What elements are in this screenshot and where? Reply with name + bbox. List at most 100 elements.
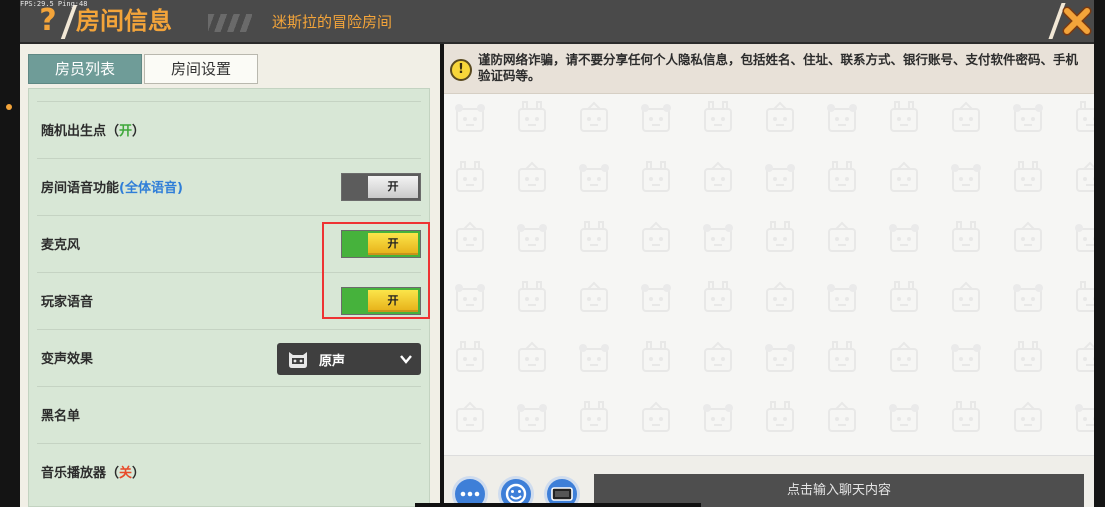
- background-mascot-icon: [641, 104, 671, 132]
- background-mascot-icon: [518, 161, 546, 192]
- setting-label: 变声效果: [41, 352, 94, 367]
- background-mascot-icon: [951, 164, 981, 192]
- background-mascot-icon: [579, 344, 609, 372]
- setting-label: 随机出生点（开）: [41, 124, 146, 139]
- background-mascot-icon: [1014, 161, 1042, 192]
- background-mascot-icon: [456, 341, 484, 372]
- chevron-down-icon: [400, 355, 412, 364]
- background-mascot-icon: [828, 161, 856, 192]
- setting-label: 麦克风: [41, 238, 81, 253]
- background-mascot-icon: [642, 161, 670, 192]
- page-title: 房间信息: [76, 7, 172, 35]
- background-mascot-icon: [704, 341, 732, 372]
- room-voice-toggle[interactable]: 开: [341, 173, 421, 201]
- chat-panel: ! 谨防网络诈骗，请不要分享任何个人隐私信息，包括姓名、住址、联系方式、银行账号…: [444, 44, 1094, 507]
- background-mascot-icon: [890, 161, 918, 192]
- close-button[interactable]: [1060, 4, 1094, 38]
- background-mascot-icon: [766, 221, 794, 252]
- fraud-notice: ! 谨防网络诈骗，请不要分享任何个人隐私信息，包括姓名、住址、联系方式、银行账号…: [444, 44, 1094, 94]
- background-mascot-icon: [517, 224, 547, 252]
- background-mascot-icon: [890, 341, 918, 372]
- background-mascot-icon: [828, 221, 856, 252]
- background-mascot-icon: [456, 401, 484, 432]
- background-mascot-icon: [952, 401, 980, 432]
- background-mascot-icon: [766, 281, 794, 312]
- background-mascot-icon: [1014, 341, 1042, 372]
- state-text: 开: [119, 124, 133, 139]
- toggle-knob: 开: [368, 290, 418, 312]
- setting-label: 房间语音功能(全体语音): [41, 181, 183, 196]
- background-mascot-icon: [1013, 284, 1043, 312]
- background-mascot-icon: [1014, 401, 1042, 432]
- background-mascot-icon: [1075, 224, 1094, 252]
- help-button[interactable]: ?: [32, 4, 64, 38]
- setting-music-player[interactable]: 音乐播放器（关）: [37, 443, 421, 500]
- background-mascot-icon: [1075, 404, 1094, 432]
- background-mascot-icon: [766, 401, 794, 432]
- background-mascot-icon: [704, 161, 732, 192]
- background-mascot-icon: [642, 341, 670, 372]
- background-mascot-icon: [765, 344, 795, 372]
- background-mascot-icon: [456, 161, 484, 192]
- background-mascot-icon: [579, 164, 609, 192]
- setting-random-spawn[interactable]: 随机出生点（开）: [37, 101, 421, 158]
- background-mascot-icon: [518, 341, 546, 372]
- microphone-toggle[interactable]: 开: [341, 230, 421, 258]
- setting-label: 玩家语音: [41, 295, 94, 310]
- setting-blacklist[interactable]: 黑名单: [37, 386, 421, 443]
- background-mascot-icon: [703, 224, 733, 252]
- background-mascot-icon: [703, 404, 733, 432]
- background-mascot-icon: [1076, 101, 1094, 132]
- player-voice-toggle[interactable]: 开: [341, 287, 421, 315]
- background-mascot-icon: [890, 101, 918, 132]
- title-bar: ? 房间信息 迷斯拉的冒险房间: [20, 0, 1094, 44]
- background-mascot-icon: [1076, 341, 1094, 372]
- fps-overlay: FPS:29.5 Ping:48: [20, 0, 88, 8]
- setting-player-voice: 玩家语音 开: [37, 272, 421, 329]
- background-mascot-icon: [828, 341, 856, 372]
- background-mascot-icon: [889, 224, 919, 252]
- background-mascot-icon: [580, 401, 608, 432]
- background-mascot-icon: [952, 221, 980, 252]
- background-mascot-icon: [455, 104, 485, 132]
- background-mascot-icon: [456, 221, 484, 252]
- notice-text: 谨防网络诈骗，请不要分享任何个人隐私信息，包括姓名、住址、联系方式、银行账号、支…: [478, 52, 1079, 83]
- left-panel: 房员列表 房间设置 随机出生点（开） 房间语音功能(全体语音) 开 麦克风 开 …: [20, 44, 440, 507]
- chat-bar: 点击输入聊天内容: [444, 455, 1094, 507]
- background-mascot-icon: [1013, 104, 1043, 132]
- background-mascot-icon: [518, 281, 546, 312]
- background-mascot-icon: [1076, 161, 1094, 192]
- voice-mode-link[interactable]: 全体语音: [125, 181, 177, 196]
- setting-label: 音乐播放器（关）: [41, 466, 146, 481]
- setting-label: 黑名单: [41, 409, 81, 424]
- notification-dot: [6, 104, 12, 110]
- setting-voice-effect: 变声效果 原声: [37, 329, 421, 386]
- background-mascot-icon: [952, 101, 980, 132]
- tab-member-list[interactable]: 房员列表: [28, 54, 142, 84]
- close-icon: [1062, 6, 1092, 36]
- background-mascot-icon: [1076, 281, 1094, 312]
- decorative-stripes: [208, 14, 252, 32]
- voice-effect-dropdown[interactable]: 原声: [277, 343, 421, 375]
- background-mascot-icon: [1014, 221, 1042, 252]
- chat-messages: [444, 94, 1094, 455]
- setting-microphone: 麦克风 开: [37, 215, 421, 272]
- room-name: 迷斯拉的冒险房间: [272, 13, 393, 31]
- background-mascot-icon: [766, 101, 794, 132]
- warning-icon: !: [450, 59, 472, 81]
- dropdown-value: 原声: [319, 354, 346, 369]
- toggle-knob: 开: [368, 176, 418, 198]
- background-mascot-icon: [642, 221, 670, 252]
- background-mascot-icon: [827, 284, 857, 312]
- background-mascot-icon: [951, 344, 981, 372]
- background-mascot-icon: [765, 164, 795, 192]
- background-mascot-icon: [889, 404, 919, 432]
- cat-icon: [289, 352, 307, 368]
- background-mascot-icon: [455, 284, 485, 312]
- background-mascot-icon: [580, 221, 608, 252]
- background-mascot-icon: [704, 101, 732, 132]
- background-mascot-icon: [580, 281, 608, 312]
- tab-room-settings[interactable]: 房间设置: [144, 54, 258, 84]
- background-mascot-icon: [828, 401, 856, 432]
- bottom-strip: [415, 503, 701, 507]
